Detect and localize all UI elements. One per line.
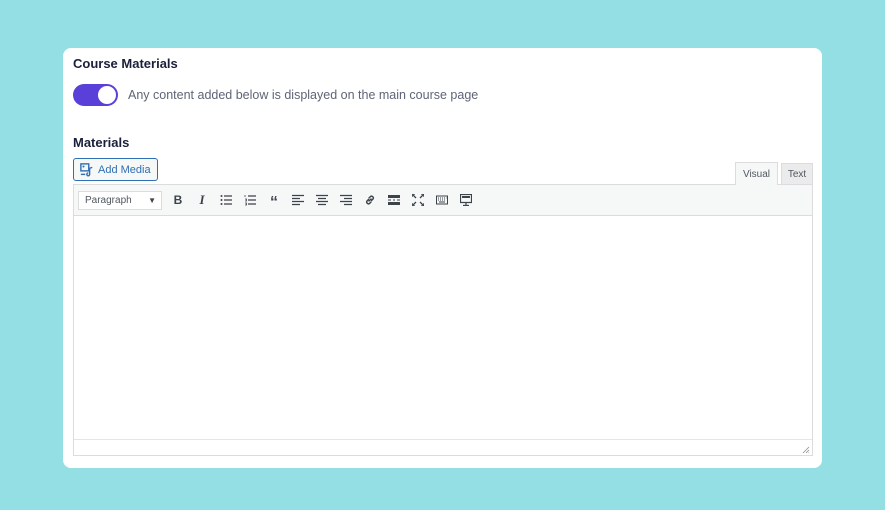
link-icon [366,195,374,205]
toolbar-toggle-button[interactable] [454,189,478,211]
align-right-button[interactable] [334,189,358,211]
format-select-value: Paragraph [85,194,132,206]
add-media-label: Add Media [98,163,151,176]
toolbar-toggle-icon [460,194,472,206]
materials-title: Materials [73,135,130,150]
keyboard-shortcuts-button[interactable] [430,189,454,211]
read-more-button[interactable] [382,189,406,211]
add-media-icon [80,162,93,176]
blockquote-icon: “ [270,194,278,211]
course-materials-title: Course Materials [73,56,178,71]
chevron-down-icon: ▼ [148,195,156,205]
align-center-icon [316,194,328,206]
tab-visual[interactable]: Visual [735,162,778,185]
course-materials-toggle[interactable] [73,84,118,106]
italic-icon: I [199,192,205,207]
keyboard-icon [436,195,448,205]
course-materials-card: Course Materials Any content added below… [63,48,822,468]
numbered-list-icon [244,195,256,206]
align-left-icon [292,194,304,206]
numbered-list-button[interactable] [238,189,262,211]
italic-button[interactable]: I [190,189,214,211]
paragraph-format-select[interactable]: Paragraph ▼ [78,190,162,210]
add-media-button[interactable]: Add Media [73,158,158,181]
bulleted-list-icon [220,195,232,205]
blockquote-button[interactable]: “ [262,189,286,211]
toggle-knob [98,86,116,104]
editor-toolbar: Paragraph ▼ B I “ [74,185,812,216]
resize-handle-icon[interactable] [802,446,810,454]
align-left-button[interactable] [286,189,310,211]
tab-text[interactable]: Text [781,163,813,185]
align-center-button[interactable] [310,189,334,211]
read-more-icon [388,195,400,205]
toggle-description: Any content added below is displayed on … [128,88,479,102]
bold-button[interactable]: B [166,189,190,211]
materials-editor: Paragraph ▼ B I “ [73,184,813,456]
bold-icon: B [173,193,183,207]
align-right-icon [340,194,352,206]
editor-statusbar [74,440,812,455]
insert-link-button[interactable] [358,189,382,211]
editor-content-area[interactable] [74,216,812,440]
fullscreen-icon [412,194,424,206]
bulleted-list-button[interactable] [214,189,238,211]
fullscreen-button[interactable] [406,189,430,211]
